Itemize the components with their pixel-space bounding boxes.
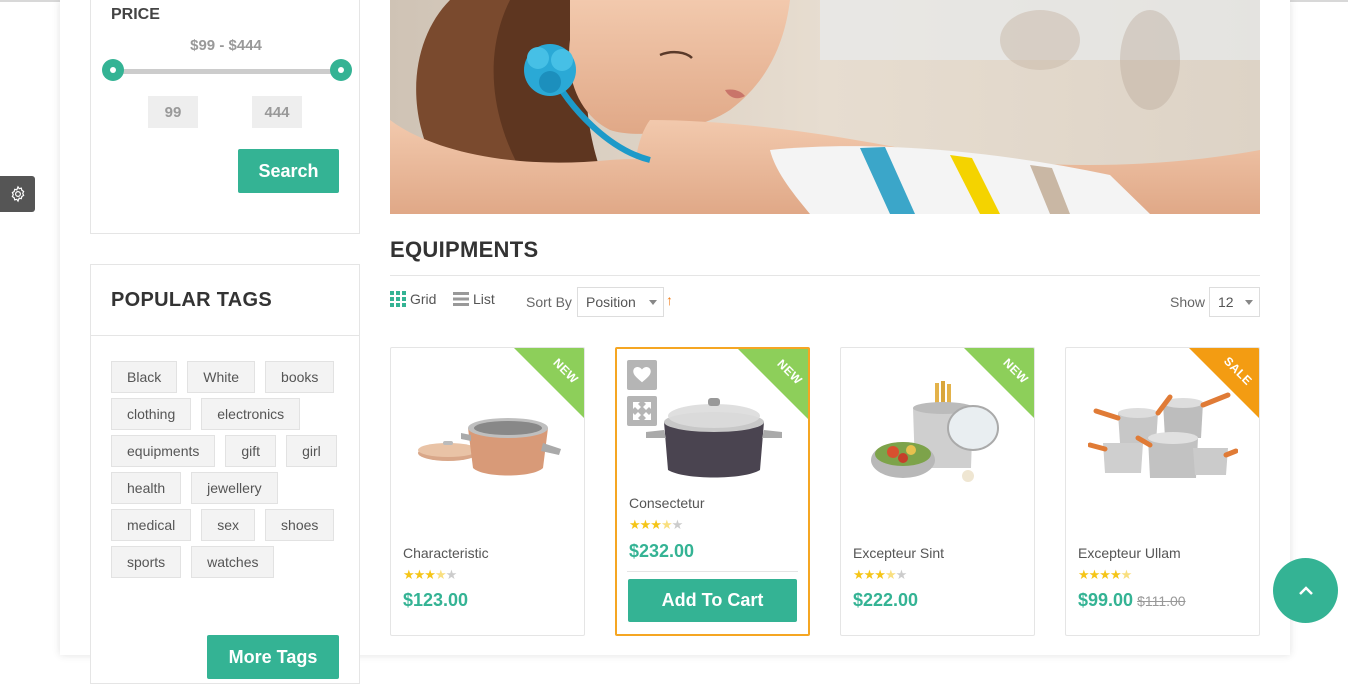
product-rating: ★★★★★ xyxy=(1078,567,1132,582)
tag-medical[interactable]: medical xyxy=(111,509,192,541)
price-slider-max-handle[interactable] xyxy=(330,59,352,81)
product-price: $99.00 $111.00 xyxy=(1078,590,1186,610)
product-image[interactable] xyxy=(853,363,1023,513)
tag-jewellery[interactable]: jewellery xyxy=(191,472,278,504)
section-title: EQUIPMENTS xyxy=(390,237,539,262)
product-price: $232.00 xyxy=(629,541,695,561)
sort-select[interactable]: Position xyxy=(577,287,664,317)
show-select[interactable]: 12 xyxy=(1209,287,1260,317)
product-image[interactable] xyxy=(629,377,799,497)
search-button[interactable]: Search xyxy=(238,149,339,193)
tag-electronics[interactable]: electronics xyxy=(201,398,301,430)
product-rating: ★★★★★ xyxy=(853,567,907,582)
product-name[interactable]: Excepteur Sint xyxy=(853,545,944,561)
list-view-toggle[interactable]: List xyxy=(453,291,495,307)
tag-list: Black White books clothing electronics e… xyxy=(111,361,351,583)
product-price: $123.00 xyxy=(403,590,469,610)
banner-image xyxy=(390,0,1260,214)
tag-girl[interactable]: girl xyxy=(286,435,337,467)
tag-books[interactable]: books xyxy=(265,361,335,393)
divider xyxy=(390,275,1260,276)
divider xyxy=(91,335,359,336)
show-value: 12 xyxy=(1218,294,1234,310)
price-min-input[interactable]: 99 xyxy=(148,96,198,128)
sort-value: Position xyxy=(586,294,636,310)
grid-label: Grid xyxy=(410,291,437,307)
product-toolbar: Grid List Sort By Position ↑ Show 12 xyxy=(390,287,1260,317)
tag-gift[interactable]: gift xyxy=(225,435,277,467)
chevron-down-icon xyxy=(1245,300,1253,305)
more-tags-button[interactable]: More Tags xyxy=(207,635,339,679)
tag-shoes[interactable]: shoes xyxy=(265,509,335,541)
tag-sports[interactable]: sports xyxy=(111,546,182,578)
price-slider-track[interactable] xyxy=(113,69,341,74)
show-label: Show xyxy=(1170,294,1206,310)
product-rating: ★★★★★ xyxy=(403,567,457,582)
grid-view-toggle[interactable]: Grid xyxy=(390,291,436,307)
add-to-cart-button[interactable]: Add To Cart xyxy=(628,579,797,622)
price-title: PRICE xyxy=(111,6,160,23)
product-name[interactable]: Characteristic xyxy=(403,545,489,561)
settings-toggle[interactable] xyxy=(0,176,35,212)
tags-title: POPULAR TAGS xyxy=(111,289,273,311)
price-range-text: $99 - $444 xyxy=(190,37,262,54)
product-image[interactable] xyxy=(1078,363,1248,513)
popular-tags: POPULAR TAGS Black White books clothing … xyxy=(90,264,360,684)
tag-equipments[interactable]: equipments xyxy=(111,435,216,467)
product-card[interactable]: SALE Excepteur Ullam ★★★★★ $99.00 $111.00 xyxy=(1065,347,1260,636)
tag-sex[interactable]: sex xyxy=(201,509,256,541)
chevron-down-icon xyxy=(649,300,657,305)
product-name[interactable]: Consectetur xyxy=(629,495,704,511)
product-card[interactable]: NEW Excepteur Sint ★★★★★ $222.00 xyxy=(840,347,1035,636)
chevron-up-icon xyxy=(1298,585,1313,595)
old-price: $111.00 xyxy=(1137,593,1186,609)
product-image[interactable] xyxy=(403,363,573,513)
tag-black[interactable]: Black xyxy=(111,361,178,393)
price-slider-min-handle[interactable] xyxy=(102,59,124,81)
list-label: List xyxy=(473,291,495,307)
category-banner xyxy=(390,0,1260,214)
tag-health[interactable]: health xyxy=(111,472,182,504)
back-to-top-button[interactable] xyxy=(1273,558,1338,623)
product-price: $222.00 xyxy=(853,590,919,610)
tag-clothing[interactable]: clothing xyxy=(111,398,192,430)
grid-icon xyxy=(390,291,406,307)
sort-label: Sort By xyxy=(526,294,572,310)
sort-direction-icon[interactable]: ↑ xyxy=(666,292,673,308)
product-card[interactable]: NEW Consectetur ★★★★★ $232.00 Add To Car… xyxy=(615,347,810,636)
tag-watches[interactable]: watches xyxy=(191,546,275,578)
price-max-input[interactable]: 444 xyxy=(252,96,302,128)
list-icon xyxy=(453,292,469,306)
product-name[interactable]: Excepteur Ullam xyxy=(1078,545,1181,561)
price-filter: PRICE $99 - $444 99 444 Search xyxy=(90,0,360,234)
divider xyxy=(627,571,798,572)
gear-icon xyxy=(11,185,24,203)
tag-white[interactable]: White xyxy=(187,361,256,393)
product-rating: ★★★★★ xyxy=(629,517,683,532)
product-card[interactable]: NEW Characteristic ★★★★★ $123.00 xyxy=(390,347,585,636)
